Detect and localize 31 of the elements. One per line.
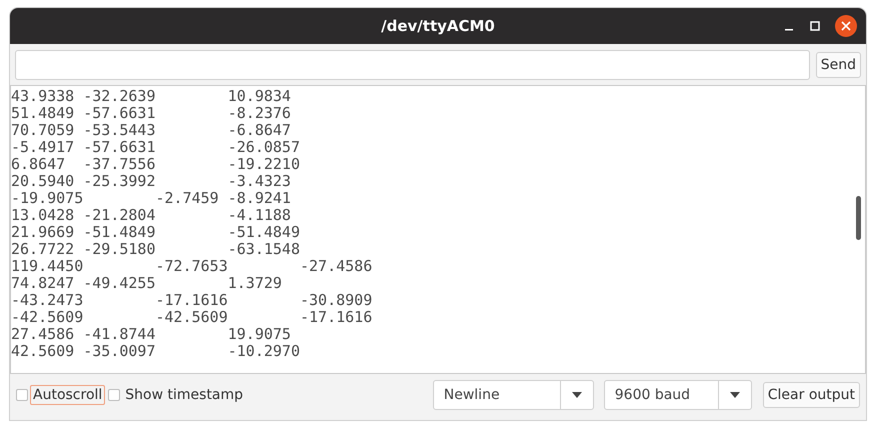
output-line: 119.4450 -72.7653 -27.4586 <box>11 258 372 275</box>
timestamp-label[interactable]: Show timestamp <box>122 385 246 405</box>
window-title: /dev/ttyACM0 <box>381 17 495 35</box>
send-button[interactable]: Send <box>816 52 861 78</box>
output-line: 20.5940 -25.3992 -3.4323 <box>11 173 291 190</box>
output-line: 70.7059 -53.5443 -6.8647 <box>11 122 291 139</box>
output-line: -43.2473 -17.1616 -30.8909 <box>11 292 372 309</box>
timestamp-checkbox[interactable] <box>108 389 120 401</box>
clear-output-button[interactable]: Clear output <box>762 382 860 408</box>
message-input-field[interactable] <box>15 50 810 80</box>
output-line: 43.9338 -32.2639 10.9834 <box>11 88 291 105</box>
output-line: 6.8647 -37.7556 -19.2210 <box>11 156 300 173</box>
output-line: -19.9075 -2.7459 -8.9241 <box>11 190 291 207</box>
output-line: -42.5609 -42.5609 -17.1616 <box>11 309 372 326</box>
output-line: 26.7722 -29.5180 -63.1548 <box>11 241 300 258</box>
caret-icon <box>730 392 740 398</box>
baud-rate-dropdown[interactable]: 9600 baud <box>604 380 752 410</box>
scrollbar-thumb[interactable] <box>856 196 861 240</box>
maximize-icon[interactable] <box>809 20 821 32</box>
output-line: -5.4917 -57.6631 -26.0857 <box>11 139 300 156</box>
caret-icon <box>572 392 582 398</box>
output-line: 74.8247 -49.4255 1.3729 <box>11 275 282 292</box>
autoscroll-label[interactable]: Autoscroll <box>30 385 106 405</box>
autoscroll-checkbox[interactable] <box>16 389 28 401</box>
output-line: 21.9669 -51.4849 -51.4849 <box>11 224 300 241</box>
output-line: 13.0428 -21.2804 -4.1188 <box>11 207 291 224</box>
output-line: 51.4849 -57.6631 -8.2376 <box>11 105 291 122</box>
output-line: 27.4586 -41.8744 19.9075 <box>11 326 291 343</box>
line-ending-dropdown[interactable]: Newline <box>432 380 594 410</box>
output-line: 42.5609 -35.0097 -10.2970 <box>11 343 300 360</box>
close-icon[interactable] <box>835 15 857 37</box>
